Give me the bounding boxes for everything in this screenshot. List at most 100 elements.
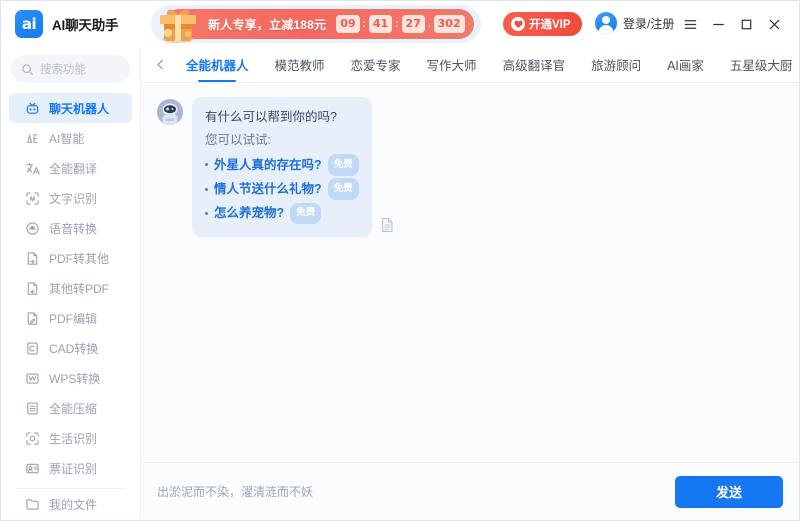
sidebar-item-ticket-scan[interactable]: 票证识别 xyxy=(9,453,132,483)
suggestion-item[interactable]: 外星人真的存在吗? 免费 xyxy=(205,153,359,177)
promo-banner-text: 新人专享，立减188元 xyxy=(208,17,327,32)
sidebar-item-other-to-pdf[interactable]: 其他转PDF xyxy=(9,273,132,303)
suggestion-item[interactable]: 怎么养宠物? 免费 xyxy=(205,201,359,225)
main-content: 全能机器人 模范教师 恋爱专家 写作大师 高级翻译官 旅游顾问 AI画家 五星级… xyxy=(141,47,799,520)
tab-five-star-chef[interactable]: 五星级大厨 xyxy=(717,47,799,82)
account-login-button[interactable]: 登录/注册 xyxy=(595,12,674,34)
chat-area: 有什么可以帮到你的吗? 您可以试试: 外星人真的存在吗? 免费 情人节送什么礼物… xyxy=(141,83,799,462)
countdown-minutes: 41 xyxy=(368,15,393,33)
sidebar-divider xyxy=(15,488,126,489)
tab-label: 恋爱专家 xyxy=(350,59,401,73)
avatar xyxy=(595,12,617,34)
sidebar-item-label: 全能翻译 xyxy=(49,161,98,176)
tab-label: 高级翻译官 xyxy=(502,59,566,73)
tab-senior-translator[interactable]: 高级翻译官 xyxy=(490,47,579,82)
chat-input[interactable]: 出淤泥而不染，濯清涟而不妖 xyxy=(157,476,675,508)
close-icon xyxy=(769,19,779,29)
sidebar-nav: 聊天机器人 AI智能 全能翻译 文字识别 语音转换 PDF转其他 其他转PDF … xyxy=(1,91,140,520)
app-brand: ai AI聊天助手 xyxy=(15,10,133,38)
tab-scroll-left-button[interactable] xyxy=(147,50,173,80)
send-button[interactable]: 发送 xyxy=(675,475,783,508)
tab-ai-painter[interactable]: AI画家 xyxy=(654,47,717,82)
sidebar-item-label: 聊天机器人 xyxy=(49,101,110,116)
countdown-seconds: 27 xyxy=(401,15,425,33)
app-window: ai AI聊天助手 新人专享，立减188元 09: 41: 27 . 302… xyxy=(0,0,800,521)
pdf-edit-icon xyxy=(27,311,38,325)
sidebar-item-translate[interactable]: 全能翻译 xyxy=(9,153,132,183)
sidebar-item-label: WPS转换 xyxy=(49,371,101,386)
translate-icon xyxy=(26,162,40,175)
countdown-sep-3: . xyxy=(427,18,431,30)
chevron-left-icon xyxy=(156,59,163,70)
other-to-pdf-icon xyxy=(27,281,38,295)
tab-label: 模范教师 xyxy=(274,59,325,73)
life-scan-icon xyxy=(26,431,39,445)
sidebar-item-voice[interactable]: 语音转换 xyxy=(9,213,132,243)
close-button[interactable] xyxy=(761,11,787,37)
sidebar-item-cad[interactable]: CAD转换 xyxy=(9,333,132,363)
tab-love-expert[interactable]: 恋爱专家 xyxy=(338,47,414,82)
robot-icon xyxy=(26,102,39,114)
search-placeholder: 搜索功能 xyxy=(40,64,86,76)
sidebar-item-chatbot[interactable]: 聊天机器人 xyxy=(9,93,132,123)
sidebar-item-label: 文字识别 xyxy=(49,191,98,206)
tab-label: 写作大师 xyxy=(426,59,477,73)
tab-bar: 全能机器人 模范教师 恋爱专家 写作大师 高级翻译官 旅游顾问 AI画家 五星级… xyxy=(141,47,799,83)
chat-input-placeholder: 出淤泥而不染，濯清涟而不妖 xyxy=(157,485,314,499)
vip-button-label: 开通VIP xyxy=(529,19,571,31)
search-icon xyxy=(22,63,33,75)
app-logo-icon: ai xyxy=(15,10,43,38)
suggestion-text: 情人节送什么礼物? xyxy=(214,182,322,196)
tab-writing-master[interactable]: 写作大师 xyxy=(414,47,490,82)
suggestion-item[interactable]: 情人节送什么礼物? 免费 xyxy=(205,177,359,201)
maximize-icon xyxy=(741,19,751,29)
bubble-with-actions: 有什么可以帮到你的吗? 您可以试试: 外星人真的存在吗? 免费 情人节送什么礼物… xyxy=(192,97,396,237)
countdown-hours: 09 xyxy=(336,15,360,33)
hamburger-menu-button[interactable] xyxy=(677,11,703,37)
sidebar-item-pdf-to-other[interactable]: PDF转其他 xyxy=(9,243,132,273)
document-copy-icon[interactable] xyxy=(380,217,396,235)
minimize-icon xyxy=(712,23,724,25)
sidebar-item-label: PDF编辑 xyxy=(49,311,98,326)
search-input[interactable]: 搜索功能 xyxy=(11,55,130,83)
ticket-scan-icon xyxy=(26,463,39,473)
countdown-sep-1: : xyxy=(362,18,366,30)
folder-icon xyxy=(26,498,39,510)
ai-smart-icon xyxy=(27,133,38,143)
open-vip-button[interactable]: 开通VIP xyxy=(503,12,582,36)
minimize-button[interactable] xyxy=(705,11,731,37)
sidebar-item-compress[interactable]: 全能压缩 xyxy=(9,393,132,423)
tab-model-teacher[interactable]: 模范教师 xyxy=(262,47,338,82)
sidebar-item-pdf-edit[interactable]: PDF编辑 xyxy=(9,303,132,333)
hamburger-icon xyxy=(684,19,696,29)
tab-label: 五星级大厨 xyxy=(729,59,793,73)
sidebar-item-life-scan[interactable]: 生活识别 xyxy=(9,423,132,453)
maximize-button[interactable] xyxy=(733,11,759,37)
sidebar-item-ocr[interactable]: 文字识别 xyxy=(9,183,132,213)
window-body: 搜索功能 聊天机器人 AI智能 全能翻译 文字识别 语音转换 PDF转其他 其他… xyxy=(1,47,799,520)
account-label: 登录/注册 xyxy=(623,16,675,31)
free-badge: 免费 xyxy=(327,178,359,200)
sidebar-item-ai-smart[interactable]: AI智能 xyxy=(9,123,132,153)
app-title: AI聊天助手 xyxy=(52,18,119,33)
window-controls xyxy=(677,11,787,37)
sidebar-item-my-files[interactable]: 我的文件 xyxy=(9,494,132,520)
ocr-icon xyxy=(26,191,39,205)
sidebar-item-label: PDF转其他 xyxy=(49,251,110,266)
tab-universal-robot[interactable]: 全能机器人 xyxy=(173,47,262,82)
tab-travel-advisor[interactable]: 旅游顾问 xyxy=(578,47,654,82)
pdf-to-other-icon xyxy=(27,251,38,265)
sidebar-item-label: 语音转换 xyxy=(49,221,98,236)
heart-icon xyxy=(511,17,525,31)
promo-banner-pill[interactable]: 新人专享，立减188元 09 : 41 : 27 . 302 xyxy=(160,9,474,43)
chat-message-bot: 有什么可以帮到你的吗? 您可以试试: 外星人真的存在吗? 免费 情人节送什么礼物… xyxy=(157,97,783,237)
promo-banner[interactable]: 新人专享，立减188元 09 : 41 : 27 . 302 xyxy=(151,5,481,43)
sidebar-item-wps[interactable]: WPS转换 xyxy=(9,363,132,393)
countdown-timer: 09 : 41 : 27 . 302 xyxy=(336,15,465,33)
sidebar-item-label: AI智能 xyxy=(49,131,85,146)
voice-icon xyxy=(26,221,39,235)
countdown-millis: 302 xyxy=(433,15,465,33)
tab-label: 全能机器人 xyxy=(186,59,249,73)
tab-label: AI画家 xyxy=(667,59,704,73)
tab-list: 全能机器人 模范教师 恋爱专家 写作大师 高级翻译官 旅游顾问 AI画家 五星级… xyxy=(173,47,799,82)
